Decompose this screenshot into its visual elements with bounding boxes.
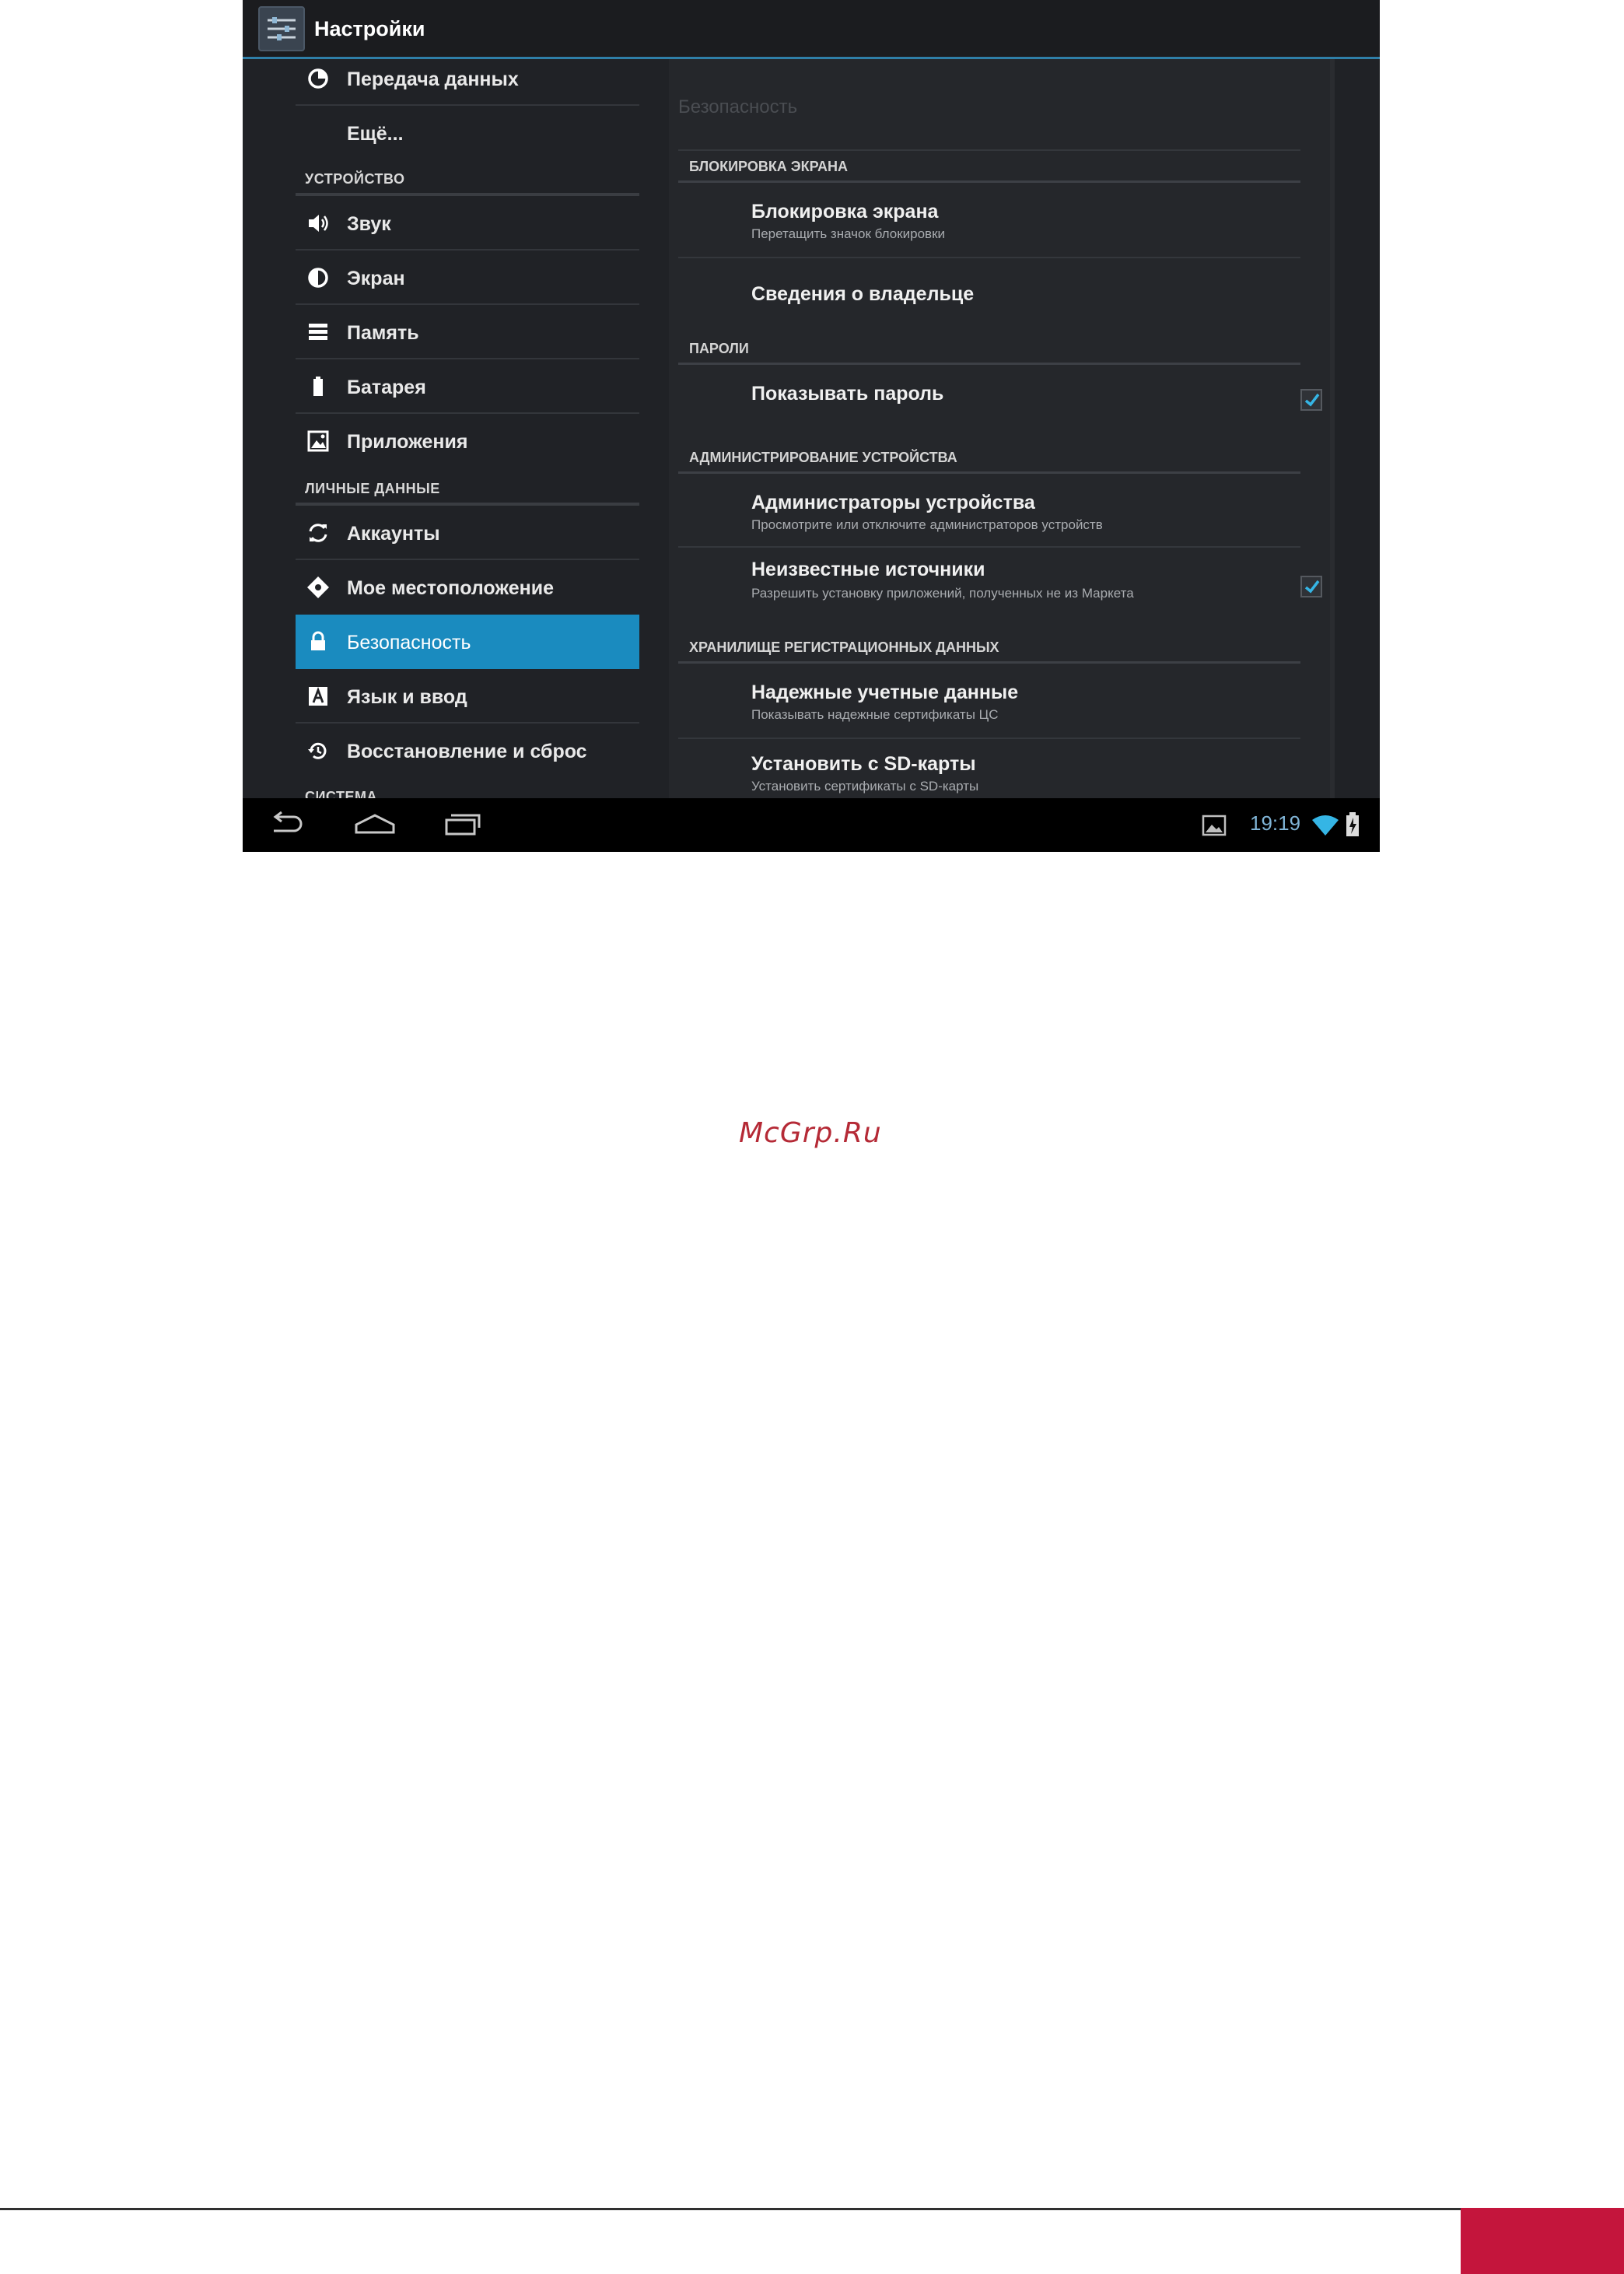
watermark-text: McGrp.Ru [739,1117,882,1149]
home-button-icon[interactable] [352,809,398,840]
app-title: Настройки [314,17,425,40]
page-footer-block [1461,2208,1624,2274]
section-header-device-admin: АДМИНИСТРИРОВАНИЕ УСТРОЙСТВА [689,450,957,465]
section-header-credential-storage: ХРАНИЛИЩЕ РЕГИСТРАЦИОННЫХ ДАННЫХ [689,639,999,655]
check-icon [1304,580,1320,594]
setting-title: Администраторы устройства [751,492,1035,513]
settings-app-icon[interactable] [258,6,305,51]
sidebar-item-label: Экран [347,268,405,289]
sidebar-item-display[interactable]: Экран [296,251,639,305]
keyboard-icon [309,687,327,706]
data-usage-icon [308,68,328,89]
sync-icon [309,524,327,542]
sidebar-item-storage[interactable]: Память [296,305,639,359]
sidebar-item-label: Передача данных [347,68,519,90]
security-settings-panel[interactable]: Безопасность БЛОКИРОВКА ЭКРАНА Блокировк… [669,59,1330,798]
sidebar-item-more[interactable]: Ещё... [296,106,639,160]
wifi-icon [1312,815,1339,836]
setting-summary: Просмотрите или отключите администраторо… [751,517,1103,532]
storage-icon [309,324,327,340]
divider [678,257,1300,258]
apps-icon [307,430,329,452]
section-header-device: УСТРОЙСТВО [305,171,405,187]
settings-category-list[interactable]: Передача данных Ещё... УСТРОЙСТВО Звук Э… [296,59,639,798]
setting-summary: Установить сертификаты с SD-карты [751,779,979,794]
setting-summary: Перетащить значок блокировки [751,226,945,241]
setting-title: Сведения о владельце [751,283,975,305]
sidebar-item-battery[interactable]: Батарея [296,359,639,414]
section-header-system: СИСТЕМА [305,789,377,798]
section-header-divider [678,471,1300,474]
sidebar-item-label: Аккаунты [347,523,440,545]
section-header-divider [678,661,1300,664]
setting-summary: Показывать надежные сертификаты ЦС [751,707,999,722]
sidebar-item-label: Мое местоположение [347,577,555,599]
setting-title: Блокировка экрана [751,201,939,222]
sidebar-item-language[interactable]: Язык и ввод [296,669,639,724]
show-password-checkbox[interactable] [1300,389,1322,411]
sidebar-item-data-usage[interactable]: Передача данных [296,59,639,106]
back-button-icon[interactable] [266,809,308,840]
sidebar-item-security[interactable]: Безопасность [296,615,639,669]
sidebar-item-label: Приложения [347,431,468,453]
setting-title: Неизвестные источники [751,559,985,580]
sidebar-item-label: Батарея [347,377,426,398]
sidebar-item-label: Ещё... [347,123,404,145]
check-icon [1304,393,1320,407]
sidebar-item-sound[interactable]: Звук [296,196,639,251]
sidebar-item-label: Язык и ввод [347,686,467,708]
action-bar: Настройки [243,0,1380,59]
status-clock: 19:19 [1250,811,1301,835]
section-header-divider [678,180,1300,183]
display-icon [308,268,328,288]
sidebar-item-apps[interactable]: Приложения [296,414,639,468]
section-header-personal: ЛИЧНЫЕ ДАННЫЕ [305,481,440,496]
divider [678,546,1300,548]
sidebar-item-backup-reset[interactable]: Восстановление и сброс [296,724,639,778]
sidebar-item-label: Память [347,322,419,344]
sidebar-item-label: Безопасность [347,632,471,653]
sidebar-item-label: Восстановление и сброс [347,741,587,762]
system-navigation-bar: 19:19 [243,798,1380,852]
screenshot-notification-icon[interactable] [1201,814,1227,837]
sidebar-item-accounts[interactable]: Аккаунты [296,506,639,560]
section-header-screen-lock: БЛОКИРОВКА ЭКРАНА [689,159,849,174]
title-divider [678,149,1300,151]
panel-title: Безопасность [678,96,798,117]
section-header-divider [678,363,1300,365]
speaker-icon [309,215,328,232]
tablet-screen: Настройки Передача данных Ещё... УСТРОЙС… [243,0,1380,852]
setting-title: Надежные учетные данные [751,681,1019,703]
divider [678,738,1300,739]
panel-scrollbar[interactable] [1330,59,1335,798]
sidebar-item-location[interactable]: Мое местоположение [296,560,639,615]
setting-summary: Разрешить установку приложений, полученн… [751,586,1134,601]
location-icon [307,576,329,598]
unknown-sources-checkbox[interactable] [1300,576,1322,597]
recent-apps-button-icon[interactable] [442,809,485,840]
lock-icon [311,631,325,650]
section-header-passwords: ПАРОЛИ [689,341,749,356]
sidebar-item-label: Звук [347,213,391,235]
setting-title: Установить с SD-карты [751,753,976,775]
setting-title: Показывать пароль [751,383,944,405]
battery-status-icon [1346,812,1359,836]
battery-icon [313,377,323,396]
restore-icon [308,742,327,759]
page-footer-line [0,2208,1461,2210]
